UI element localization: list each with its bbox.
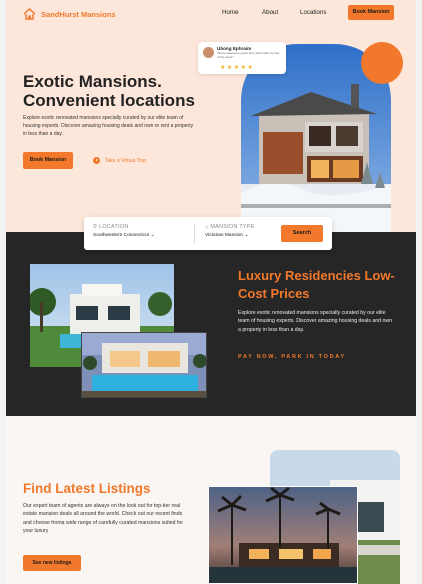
rating-stars-icon: ★★★★★ <box>220 65 255 71</box>
location-pin-icon: ⚲ <box>93 224 98 230</box>
location-select[interactable]: ⚲ LOCATION Southwestern Connecticut ⌄ <box>93 224 154 238</box>
nav-locations[interactable]: Locations <box>300 9 327 16</box>
pool-villa-image <box>81 332 207 398</box>
play-icon <box>93 157 100 164</box>
hero-description: Explore exotic renovated mansions specia… <box>23 115 194 137</box>
book-mansion-nav-button[interactable]: Book Mansion <box>348 5 394 20</box>
see-new-listings-button[interactable]: See new listings <box>23 555 81 571</box>
listings-description: Our expert team of agents are always on … <box>23 503 184 534</box>
mansion-type-label: MANSION TYPE <box>210 224 255 230</box>
luxury-title: Luxury Residencies Low-Cost Prices <box>238 268 395 301</box>
book-mansion-button[interactable]: Book Mansion <box>23 152 73 169</box>
nav-home[interactable]: Home <box>222 9 239 16</box>
search-bar: ⚲ LOCATION Southwestern Connecticut ⌄ ⌂ … <box>84 217 332 250</box>
logo[interactable]: SandHurst Mansions <box>23 8 116 20</box>
search-button[interactable]: Search <box>281 225 323 242</box>
mansion-type-select[interactable]: ⌂ MANSION TYPE Victorian Mansion ⌄ <box>205 224 255 238</box>
home-icon: ⌂ <box>205 224 209 230</box>
house-logo-icon <box>23 8 36 20</box>
review-quote: "Some awesome quote here that made my da… <box>217 51 280 59</box>
page: SandHurst Mansions Home About Locations … <box>6 0 416 584</box>
virtual-tour-link[interactable]: Take a Virtual Tour <box>93 152 146 169</box>
location-label: LOCATION <box>99 224 129 230</box>
virtual-tour-label: Take a Virtual Tour <box>105 157 147 164</box>
mansion-type-value: Victorian Mansion <box>205 233 244 238</box>
tropical-resort-image <box>208 486 358 584</box>
location-value: Southwestern Connecticut <box>93 233 149 238</box>
luxury-description: Explore exotic renovated mansions specia… <box>238 310 392 333</box>
hero-title: Exotic Mansions. Convenient locations <box>23 72 195 110</box>
pay-now-link[interactable]: PAY NOW, PARK IN TODAY <box>238 354 346 360</box>
chevron-down-icon: ⌄ <box>150 233 155 238</box>
decorative-circle <box>361 42 403 84</box>
nav-about[interactable]: About <box>262 9 278 16</box>
avatar <box>203 47 214 58</box>
brand-name: SandHurst Mansions <box>41 9 116 19</box>
hero-section: SandHurst Mansions Home About Locations … <box>6 0 416 232</box>
review-card: Ubong Ephraim "Some awesome quote here t… <box>198 42 286 74</box>
divider <box>194 224 195 244</box>
listings-title: Find Latest Listings <box>23 481 151 496</box>
chevron-down-icon: ⌄ <box>244 233 249 238</box>
